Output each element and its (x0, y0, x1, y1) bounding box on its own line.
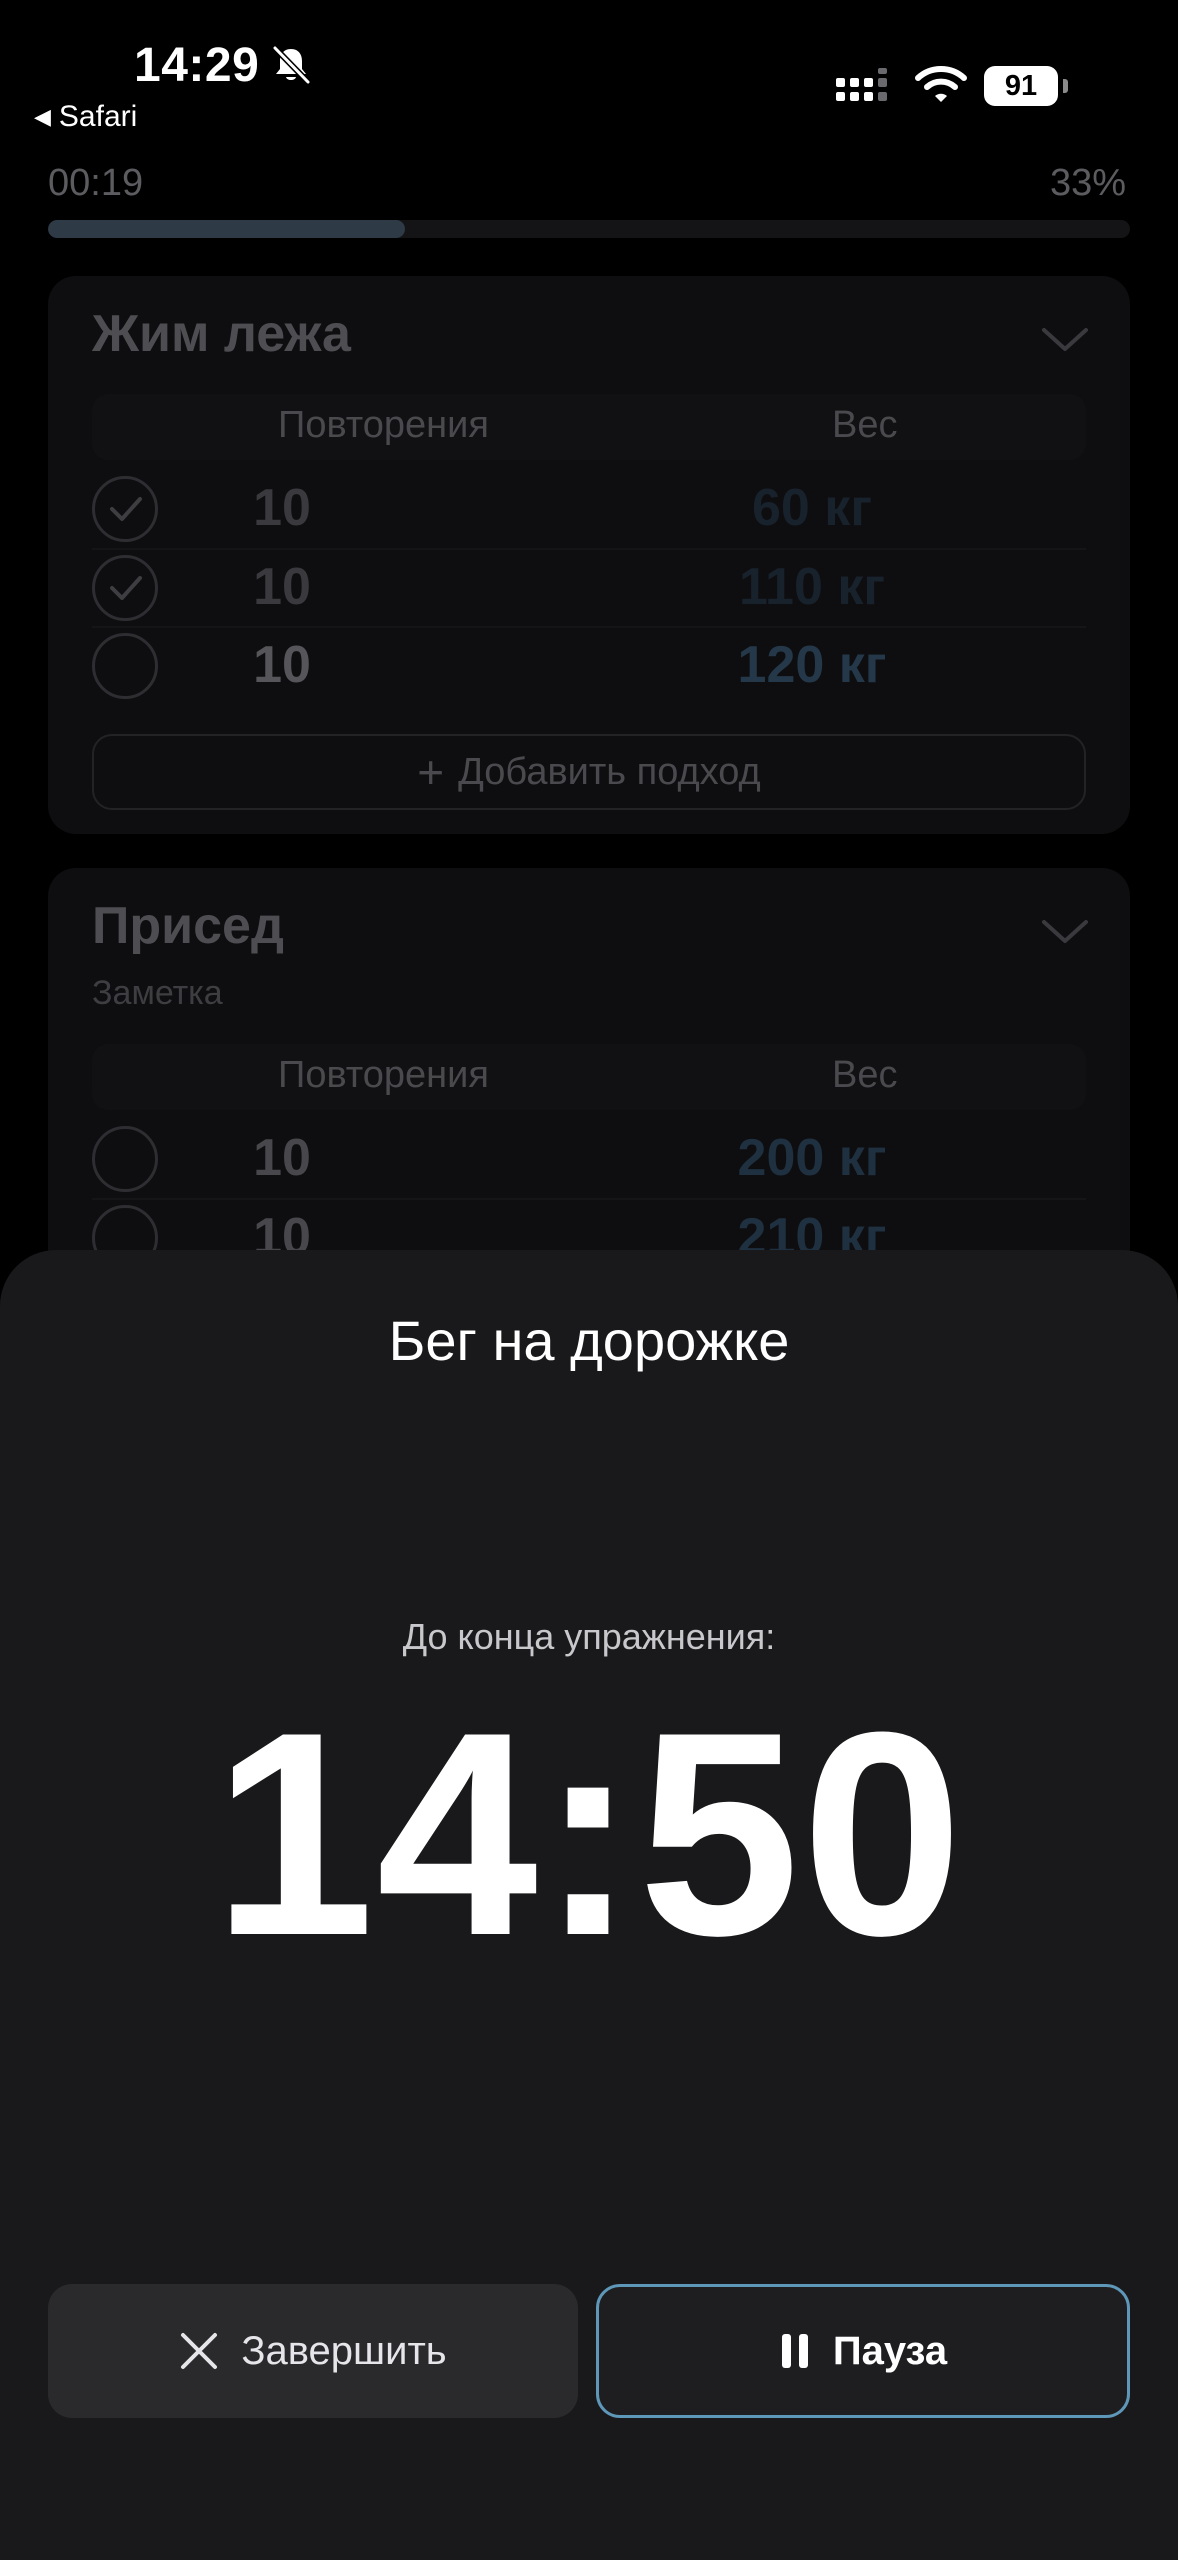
exercise-title[interactable]: Присед (92, 896, 284, 956)
set-weight[interactable]: 200 кг (652, 1128, 972, 1188)
timer-exercise-title: Бег на дорожке (388, 1309, 790, 1372)
countdown-timer: 14:50 (213, 1672, 965, 1996)
set-done-checkbox[interactable] (92, 555, 158, 621)
weight-column-label: Вес (832, 1054, 898, 1096)
add-set-label: Добавить подход (458, 750, 761, 793)
progress-fill (48, 220, 406, 238)
checkmark-icon (110, 576, 142, 600)
sets-column-header: Повторения Вес (92, 1044, 1086, 1110)
bell-muted-icon (272, 45, 311, 85)
pause-icon (781, 2334, 808, 2368)
set-reps[interactable]: 10 (182, 557, 382, 617)
chevron-down-icon[interactable] (1040, 324, 1090, 354)
set-reps[interactable]: 10 (182, 478, 382, 538)
weight-column-label: Вес (832, 404, 898, 446)
back-app-label: Safari (58, 100, 138, 133)
battery-indicator: 91 (984, 66, 1068, 106)
exercise-title[interactable]: Жим лежа (92, 304, 351, 364)
finish-button[interactable]: Завершить (48, 2284, 578, 2418)
battery-level: 91 (984, 66, 1058, 106)
pause-button-label: Пауза (832, 2328, 948, 2373)
pause-button[interactable]: Пауза (596, 2284, 1130, 2418)
set-done-checkbox[interactable] (92, 633, 158, 699)
exercise-card-bench-press: Жим лежа Повторения Вес 10 60 кг 10 110 … (48, 276, 1130, 834)
battery-cap (1063, 79, 1068, 93)
back-to-app-link[interactable]: ◀ Safari (34, 100, 137, 134)
cellular-signal-icon (836, 68, 887, 101)
plus-icon: + (417, 746, 445, 798)
elapsed-time: 00:19 (48, 162, 144, 204)
exercise-card-squat: Присед Заметка Повторения Вес 10 200 кг … (48, 868, 1130, 1288)
reps-column-label: Повторения (278, 1054, 489, 1096)
set-done-checkbox[interactable] (92, 476, 158, 542)
set-row: 10 200 кг (92, 1120, 1086, 1198)
checkmark-icon (110, 497, 142, 521)
exercise-note[interactable]: Заметка (92, 974, 223, 1013)
set-done-checkbox[interactable] (92, 1126, 158, 1192)
wifi-icon (915, 66, 967, 102)
set-reps[interactable]: 10 (182, 1128, 382, 1188)
add-set-button[interactable]: + Добавить подход (92, 734, 1086, 810)
reps-column-label: Повторения (278, 404, 489, 446)
sets-column-header: Повторения Вес (92, 394, 1086, 460)
set-row: 10 60 кг (92, 470, 1086, 548)
close-icon (181, 2333, 218, 2369)
set-weight[interactable]: 110 кг (652, 557, 972, 617)
remaining-label: До конца упражнения: (402, 1616, 776, 1657)
chevron-down-icon[interactable] (1040, 916, 1090, 946)
set-row: 10 110 кг (92, 549, 1086, 627)
set-weight[interactable]: 120 кг (652, 635, 972, 695)
status-time: 14:29 (134, 39, 260, 92)
set-weight[interactable]: 60 кг (652, 478, 972, 538)
progress-percent: 33% (1049, 162, 1126, 204)
back-arrow-icon: ◀ (34, 104, 51, 129)
set-reps[interactable]: 10 (182, 635, 382, 695)
set-row: 10 120 кг (92, 627, 1086, 705)
workout-progress-bar (48, 220, 1130, 238)
exercise-timer-sheet: Бег на дорожке До конца упражнения: 14:5… (0, 1250, 1178, 2560)
finish-button-label: Завершить (241, 2328, 447, 2373)
